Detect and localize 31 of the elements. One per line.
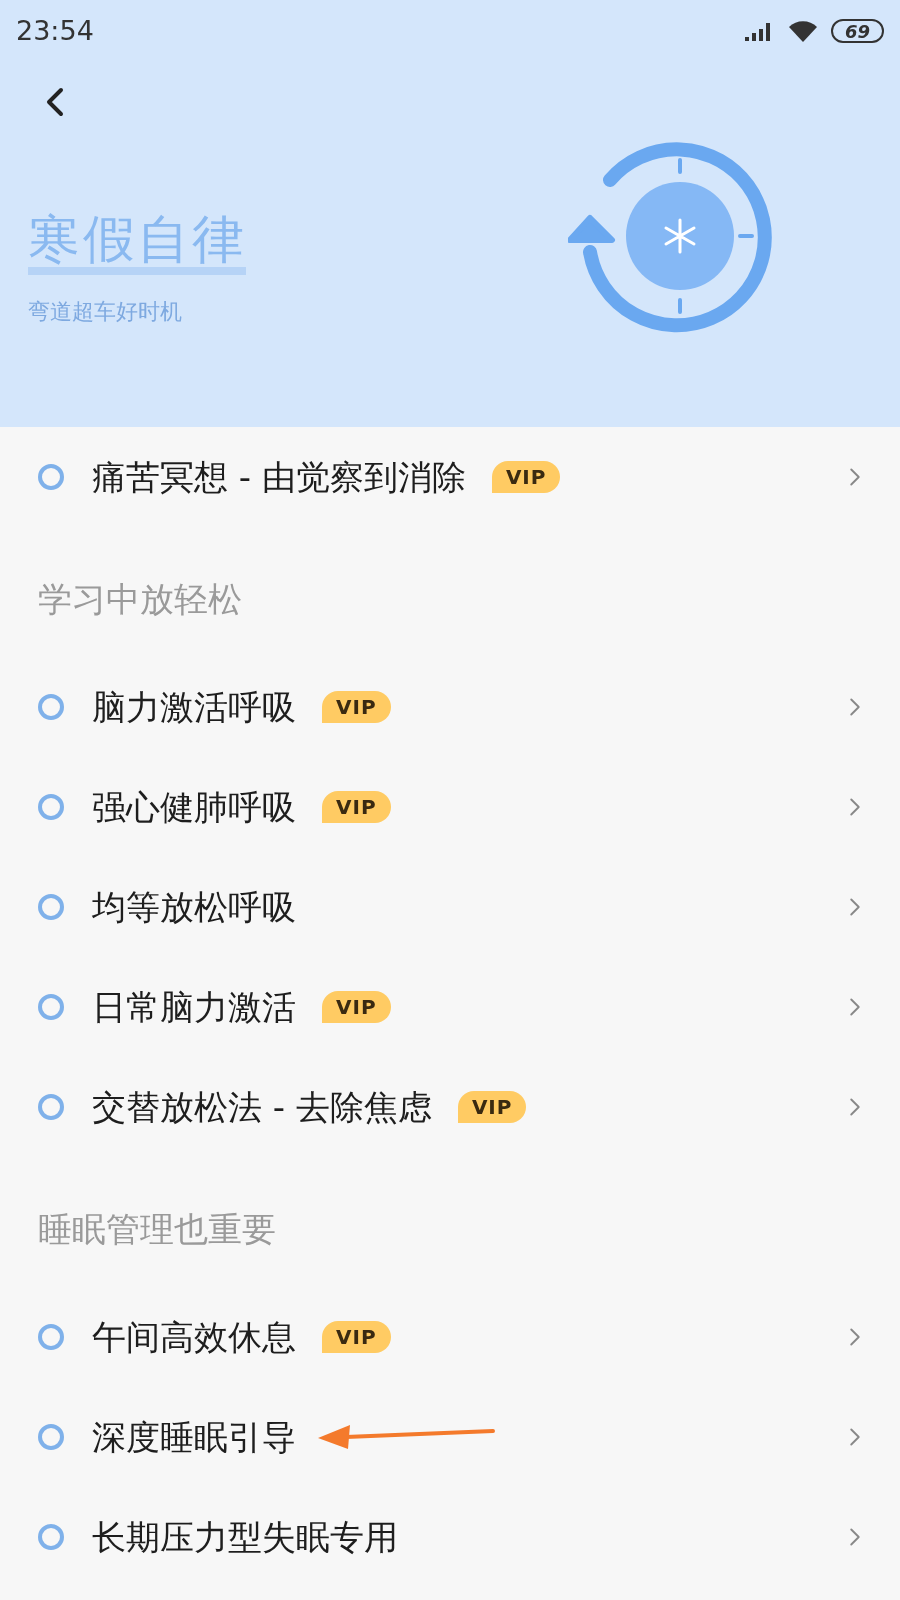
list-item[interactable]: 长期压力型失眠专用 bbox=[0, 1487, 900, 1587]
vip-badge: VIP bbox=[322, 691, 391, 723]
list-item[interactable]: 日常脑力激活 VIP bbox=[0, 957, 900, 1057]
list-item[interactable]: 强心健肺呼吸 VIP bbox=[0, 757, 900, 857]
list-item[interactable]: 脑力激活呼吸 VIP bbox=[0, 657, 900, 757]
list-item[interactable]: 痛苦冥想 - 由觉察到消除 VIP bbox=[0, 427, 900, 527]
item-label: 强心健肺呼吸 bbox=[92, 785, 296, 829]
item-label: 均等放松呼吸 bbox=[92, 885, 296, 929]
list-item[interactable]: 深度睡眠引导 bbox=[0, 1387, 900, 1487]
banner-title: 寒假自律 bbox=[28, 213, 247, 275]
item-label: 长期压力型失眠专用 bbox=[92, 1515, 398, 1559]
status-time: 23:54 bbox=[16, 13, 94, 48]
vip-badge: VIP bbox=[322, 1321, 391, 1353]
item-label: 日常脑力激活 bbox=[92, 985, 296, 1029]
vip-badge: VIP bbox=[322, 991, 391, 1023]
battery-icon: 69 bbox=[830, 19, 884, 43]
list-item[interactable]: 午间高效休息 VIP bbox=[0, 1287, 900, 1387]
section-heading: 睡眠管理也重要 bbox=[37, 1207, 277, 1251]
section-heading: 学习中放轻松 bbox=[37, 577, 243, 621]
item-label: 脑力激活呼吸 bbox=[92, 685, 296, 729]
item-label: 深度睡眠引导 bbox=[92, 1415, 296, 1459]
item-label: 痛苦冥想 - 由觉察到消除 bbox=[92, 455, 466, 499]
vip-badge: VIP bbox=[491, 461, 561, 493]
vip-badge: VIP bbox=[457, 1091, 527, 1123]
wifi-icon bbox=[786, 19, 819, 43]
list-item[interactable]: 均等放松呼吸 bbox=[0, 857, 900, 957]
vip-badge: VIP bbox=[322, 791, 391, 823]
item-label: 午间高效休息 bbox=[92, 1315, 296, 1359]
list-item[interactable]: 交替放松法 - 去除焦虑 VIP bbox=[0, 1057, 900, 1157]
item-label: 交替放松法 - 去除焦虑 bbox=[92, 1085, 432, 1129]
banner-subtitle: 弯道超车好时机 bbox=[28, 298, 183, 326]
